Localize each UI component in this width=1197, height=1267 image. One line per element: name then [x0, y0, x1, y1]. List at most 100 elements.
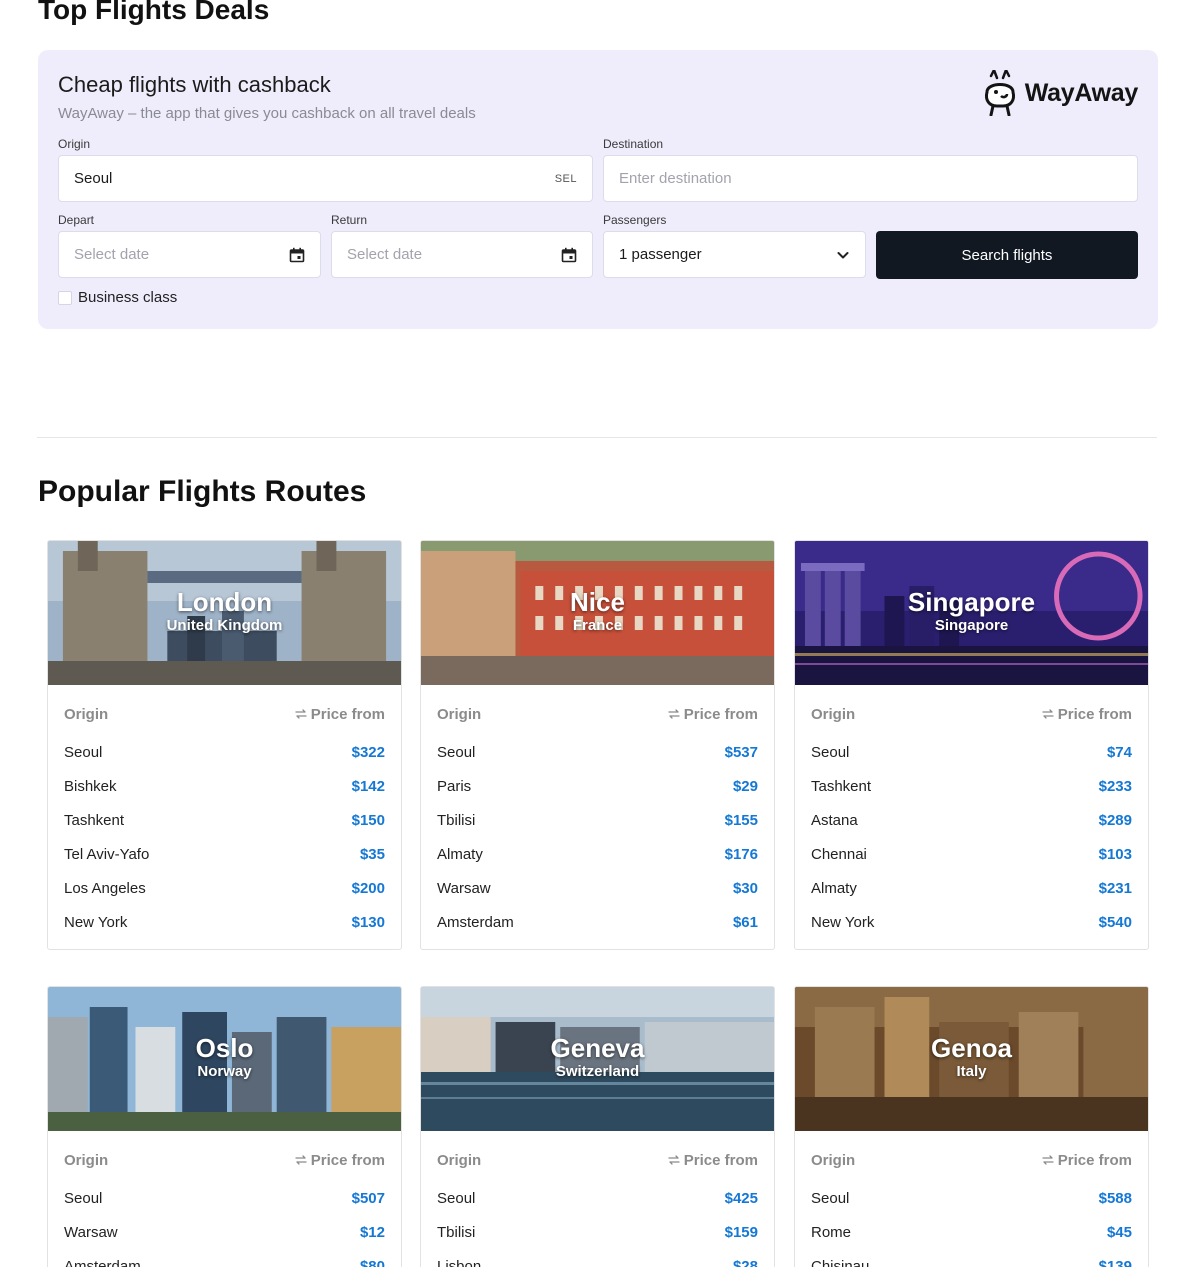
route-row[interactable]: Tashkent $233 — [795, 769, 1148, 803]
route-row[interactable]: Seoul $588 — [795, 1181, 1148, 1215]
widget-title: Cheap flights with cashback — [58, 72, 331, 97]
swap-arrows-icon — [1042, 709, 1054, 719]
calendar-icon — [289, 247, 305, 262]
route-card-london[interactable]: London United Kingdom Origin Price from … — [47, 540, 402, 950]
swap-arrows-icon — [668, 709, 680, 719]
route-price[interactable]: $61 — [733, 914, 758, 931]
route-row[interactable]: Tbilisi $155 — [421, 803, 774, 837]
route-price[interactable]: $139 — [1099, 1258, 1132, 1267]
route-price[interactable]: $74 — [1107, 744, 1132, 761]
search-flights-button[interactable]: Search flights — [876, 231, 1138, 279]
business-class-option[interactable]: Business class — [58, 289, 177, 306]
card-city: Oslo — [195, 1033, 254, 1063]
route-price[interactable]: $537 — [725, 744, 758, 761]
route-row[interactable]: New York $130 — [48, 905, 401, 939]
destination-input[interactable]: Enter destination — [603, 155, 1138, 202]
destination-placeholder: Enter destination — [619, 170, 732, 187]
route-row[interactable]: Warsaw $30 — [421, 871, 774, 905]
card-header: Origin Price from — [48, 685, 401, 735]
route-price[interactable]: $540 — [1099, 914, 1132, 931]
route-row[interactable]: Seoul $425 — [421, 1181, 774, 1215]
route-row[interactable]: Seoul $537 — [421, 735, 774, 769]
section-divider — [37, 437, 1157, 438]
route-row[interactable]: Amsterdam $80 — [48, 1249, 401, 1267]
route-card-geneva[interactable]: Geneva Switzerland Origin Price from Seo… — [420, 986, 775, 1267]
swap-arrows-icon — [295, 709, 307, 719]
route-price[interactable]: $28 — [733, 1258, 758, 1267]
route-price[interactable]: $176 — [725, 846, 758, 863]
route-price[interactable]: $29 — [733, 778, 758, 795]
route-price[interactable]: $142 — [352, 778, 385, 795]
chevron-down-icon — [837, 251, 849, 258]
route-origin: Rome — [811, 1223, 852, 1241]
route-price[interactable]: $425 — [725, 1190, 758, 1207]
depart-date-input[interactable]: Select date — [58, 231, 321, 278]
route-row[interactable]: Chennai $103 — [795, 837, 1148, 871]
route-price[interactable]: $80 — [360, 1258, 385, 1267]
route-price[interactable]: $507 — [352, 1190, 385, 1207]
route-row[interactable]: Amsterdam $61 — [421, 905, 774, 939]
card-hero-image: Genoa Italy — [795, 987, 1148, 1131]
business-class-label: Business class — [78, 289, 178, 306]
route-price[interactable]: $12 — [360, 1224, 385, 1241]
route-price[interactable]: $159 — [725, 1224, 758, 1241]
route-row[interactable]: Tashkent $150 — [48, 803, 401, 837]
route-price[interactable]: $103 — [1099, 846, 1132, 863]
route-row[interactable]: New York $540 — [795, 905, 1148, 939]
route-card-genoa[interactable]: Genoa Italy Origin Price from Seoul $588 … — [794, 986, 1149, 1267]
card-country: Singapore — [934, 617, 1009, 634]
card-hero-image: Geneva Switzerland — [421, 987, 774, 1131]
route-price[interactable]: $155 — [725, 812, 758, 829]
route-row[interactable]: Paris $29 — [421, 769, 774, 803]
route-row[interactable]: Rome $45 — [795, 1215, 1148, 1249]
route-row[interactable]: Warsaw $12 — [48, 1215, 401, 1249]
card-header: Origin Price from — [421, 1131, 774, 1181]
route-row[interactable]: Seoul $322 — [48, 735, 401, 769]
card-country: Italy — [956, 1063, 987, 1080]
route-row[interactable]: Almaty $231 — [795, 871, 1148, 905]
route-card-singapore[interactable]: Singapore Singapore Origin Price from Se… — [794, 540, 1149, 950]
route-price[interactable]: $322 — [352, 744, 385, 761]
route-price[interactable]: $30 — [733, 880, 758, 897]
route-price[interactable]: $588 — [1099, 1190, 1132, 1207]
route-price[interactable]: $231 — [1099, 880, 1132, 897]
route-origin: Warsaw — [437, 879, 491, 897]
route-row[interactable]: Seoul $74 — [795, 735, 1148, 769]
route-card-nice[interactable]: Nice France Origin Price from Seoul $537 … — [420, 540, 775, 950]
brand-logo[interactable]: WayAway — [981, 70, 1138, 116]
route-row[interactable]: Bishkek $142 — [48, 769, 401, 803]
route-origin: Almaty — [437, 845, 483, 863]
route-row[interactable]: Almaty $176 — [421, 837, 774, 871]
route-origin: New York — [811, 913, 875, 931]
passengers-label: Passengers — [603, 213, 667, 227]
origin-column-label: Origin — [64, 705, 109, 723]
depart-placeholder: Select date — [74, 246, 150, 263]
card-city: Nice — [570, 587, 625, 617]
route-price[interactable]: $233 — [1099, 778, 1132, 795]
route-row[interactable]: Astana $289 — [795, 803, 1148, 837]
passengers-select[interactable]: 1 passenger — [603, 231, 866, 278]
route-card-oslo[interactable]: Oslo Norway Origin Price from Seoul $507 … — [47, 986, 402, 1267]
card-hero-image: Singapore Singapore — [795, 541, 1148, 685]
route-origin: Los Angeles — [64, 879, 146, 897]
origin-label: Origin — [58, 137, 91, 151]
route-origin: Paris — [437, 777, 472, 795]
origin-input[interactable]: Seoul SEL — [58, 155, 593, 202]
route-price[interactable]: $35 — [360, 846, 385, 863]
price-column-label: Price from — [295, 706, 385, 723]
route-origin: Seoul — [64, 743, 103, 761]
card-city: Geneva — [550, 1033, 645, 1063]
return-date-input[interactable]: Select date — [331, 231, 593, 278]
route-price[interactable]: $289 — [1099, 812, 1132, 829]
route-price[interactable]: $200 — [352, 880, 385, 897]
route-row[interactable]: Los Angeles $200 — [48, 871, 401, 905]
route-row[interactable]: Tbilisi $159 — [421, 1215, 774, 1249]
route-price[interactable]: $45 — [1107, 1224, 1132, 1241]
route-row[interactable]: Tel Aviv-Yafo $35 — [48, 837, 401, 871]
route-price[interactable]: $150 — [352, 812, 385, 829]
route-row[interactable]: Seoul $507 — [48, 1181, 401, 1215]
business-class-checkbox[interactable] — [58, 290, 72, 305]
route-row[interactable]: Chisinau $139 — [795, 1249, 1148, 1267]
route-price[interactable]: $130 — [352, 914, 385, 931]
route-row[interactable]: Lisbon $28 — [421, 1249, 774, 1267]
